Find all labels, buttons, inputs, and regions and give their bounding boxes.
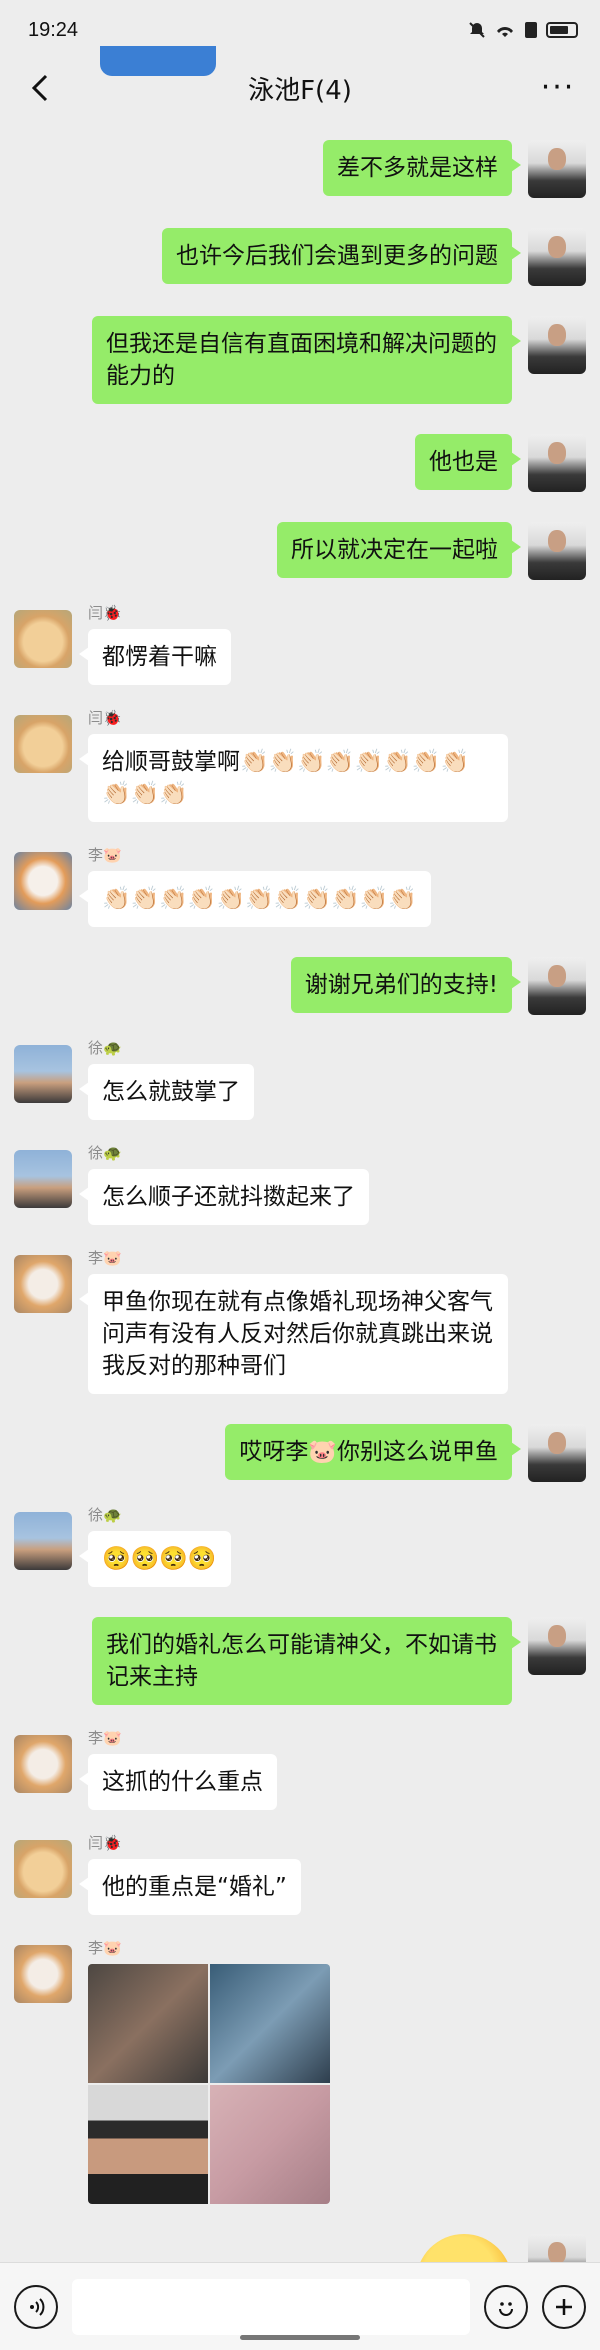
avatar[interactable]: [14, 1840, 72, 1898]
sender-name: 李🐷: [88, 847, 122, 864]
sender-name: 闫🐞: [88, 605, 122, 622]
avatar[interactable]: [14, 1150, 72, 1208]
voice-button[interactable]: [14, 2284, 58, 2329]
message-bubble[interactable]: 这抓的什么重点: [79, 1754, 277, 1810]
back-button[interactable]: [22, 70, 58, 106]
message-bubble[interactable]: 👏🏻👏🏻👏🏻👏🏻👏🏻👏🏻👏🏻👏🏻👏🏻👏🏻👏🏻: [78, 871, 432, 927]
message-bubble[interactable]: 哎呀李🐷你别这么说甲鱼: [225, 1424, 521, 1480]
chat-title: 泳池F(4): [248, 75, 352, 106]
message-row: 谢谢兄弟们的支持!: [0, 957, 600, 1015]
status-time: 19:24: [28, 18, 79, 41]
emoji-button[interactable]: [484, 2284, 528, 2329]
sender-name: 李🐷: [88, 1730, 122, 1747]
sender-name: 徐🐢: [88, 1507, 122, 1524]
avatar[interactable]: [14, 1255, 72, 1313]
message-row: 徐🐢 怎么就鼓掌了: [0, 1040, 600, 1120]
input-toolbar: [0, 2262, 600, 2350]
sim-icon: [525, 22, 537, 38]
message-row: 闫🐞 他的重点是“婚礼”: [0, 1835, 600, 1915]
message-bubble[interactable]: 他也是: [415, 434, 521, 490]
avatar[interactable]: [14, 715, 72, 773]
photo-thumbnail: [210, 1964, 330, 2083]
avatar[interactable]: [528, 522, 586, 580]
mute-bell-icon: [469, 22, 485, 38]
sender-name: 徐🐢: [88, 1145, 122, 1162]
message-bubble[interactable]: 差不多就是这样: [323, 140, 521, 196]
system-icons: [468, 21, 578, 39]
message-row: 哎呀李🐷你别这么说甲鱼: [0, 1424, 600, 1482]
sender-name: 闫🐞: [88, 710, 122, 727]
add-more-button[interactable]: [542, 2284, 586, 2329]
message-bubble[interactable]: 甲鱼你现在就有点像婚礼现场神父客气问声有没有人反对然后你就真跳出来说我反对的那种…: [79, 1274, 508, 1394]
message-bubble[interactable]: 都愣着干嘛: [79, 629, 231, 685]
more-icon: ···: [540, 70, 576, 105]
avatar[interactable]: [528, 228, 586, 286]
avatar[interactable]: [14, 1735, 72, 1793]
message-row: 差不多就是这样: [0, 140, 600, 198]
sender-name: 李🐷: [88, 1940, 122, 1957]
message-bubble[interactable]: 但我还是自信有直面困境和解决问题的能力的: [92, 316, 521, 404]
avatar[interactable]: [14, 610, 72, 668]
chat-header: 泳池F(4) ···: [0, 60, 600, 116]
avatar[interactable]: [528, 140, 586, 198]
avatar[interactable]: [528, 1617, 586, 1675]
message-bubble[interactable]: 谢谢兄弟们的支持!: [290, 957, 522, 1013]
message-row: 闫🐞 给顺哥鼓掌啊👏🏻👏🏻👏🏻👏🏻👏🏻👏🏻👏🏻👏🏻👏🏻👏🏻👏🏻: [0, 710, 600, 822]
message-bubble[interactable]: 我们的婚礼怎么可能请神父，不如请书记来主持: [92, 1617, 521, 1705]
avatar[interactable]: [528, 316, 586, 374]
message-row: 闫🐞 都愣着干嘛: [0, 605, 600, 685]
avatar[interactable]: [14, 852, 72, 910]
message-row: 李🐷 这抓的什么重点: [0, 1730, 600, 1810]
battery-icon: [546, 22, 578, 38]
image-message[interactable]: [88, 1964, 330, 2204]
avatar[interactable]: [528, 1424, 586, 1482]
plus-icon: [556, 2298, 572, 2315]
status-bar: 19:24: [0, 0, 600, 60]
message-row: 所以就决定在一起啦: [0, 522, 600, 580]
voice-icon: [30, 2297, 45, 2316]
sender-name: 徐🐢: [88, 1040, 122, 1057]
message-row: 我们的婚礼怎么可能请神父，不如请书记来主持: [0, 1617, 600, 1705]
more-options-button[interactable]: ···: [538, 70, 578, 106]
message-bubble[interactable]: 所以就决定在一起啦: [277, 522, 521, 578]
avatar[interactable]: [14, 1512, 72, 1570]
message-row: 李🐷 👏🏻👏🏻👏🏻👏🏻👏🏻👏🏻👏🏻👏🏻👏🏻👏🏻👏🏻: [0, 847, 600, 927]
avatar[interactable]: [14, 1045, 72, 1103]
chevron-left-icon: [31, 74, 48, 102]
message-row: 但我还是自信有直面困境和解决问题的能力的: [0, 316, 600, 404]
avatar[interactable]: [528, 434, 586, 492]
avatar[interactable]: [528, 957, 586, 1015]
photo-thumbnail: [88, 1964, 208, 2083]
message-bubble[interactable]: 怎么顺子还就抖擞起来了: [79, 1169, 369, 1225]
sender-name: 李🐷: [88, 1250, 122, 1267]
photo-thumbnail: [88, 2085, 208, 2204]
message-bubble[interactable]: 给顺哥鼓掌啊👏🏻👏🏻👏🏻👏🏻👏🏻👏🏻👏🏻👏🏻👏🏻👏🏻👏🏻: [79, 734, 508, 822]
smiley-icon: [499, 2301, 513, 2316]
message-row: 李🐷 甲鱼你现在就有点像婚礼现场神父客气问声有没有人反对然后你就真跳出来说我反对…: [0, 1250, 600, 1394]
sender-name: 闫🐞: [88, 1835, 122, 1852]
avatar[interactable]: [14, 1945, 72, 2003]
wifi-icon: [497, 27, 513, 37]
message-bubble[interactable]: 怎么就鼓掌了: [79, 1064, 254, 1120]
message-input[interactable]: [72, 2278, 470, 2335]
message-row: 他也是: [0, 434, 600, 492]
photo-thumbnail: [210, 2085, 330, 2204]
message-bubble[interactable]: 他的重点是“婚礼”: [79, 1859, 301, 1915]
home-indicator: [240, 2335, 360, 2340]
message-row: 徐🐢 怎么顺子还就抖擞起来了: [0, 1145, 600, 1225]
message-row: 也许今后我们会遇到更多的问题: [0, 228, 600, 286]
message-list[interactable]: 差不多就是这样 也许今后我们会遇到更多的问题 但我还是自信有直面困境和解决问题的…: [0, 140, 600, 2350]
message-bubble[interactable]: 也许今后我们会遇到更多的问题: [162, 228, 521, 284]
message-row: 徐🐢 🥺🥺🥺🥺: [0, 1507, 600, 1587]
message-bubble[interactable]: 🥺🥺🥺🥺: [79, 1531, 231, 1587]
message-row: 李🐷: [0, 1940, 600, 2204]
